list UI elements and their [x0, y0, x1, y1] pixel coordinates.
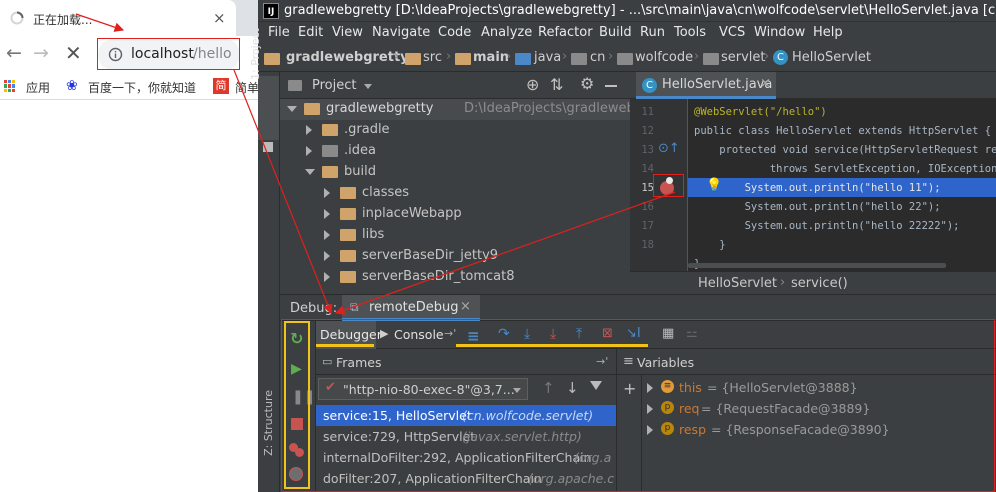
- arrow-line: [233, 69, 333, 315]
- annotation-arrows: [75, 13, 676, 315]
- arrow-line: [334, 191, 676, 315]
- arrow-line: [75, 13, 125, 32]
